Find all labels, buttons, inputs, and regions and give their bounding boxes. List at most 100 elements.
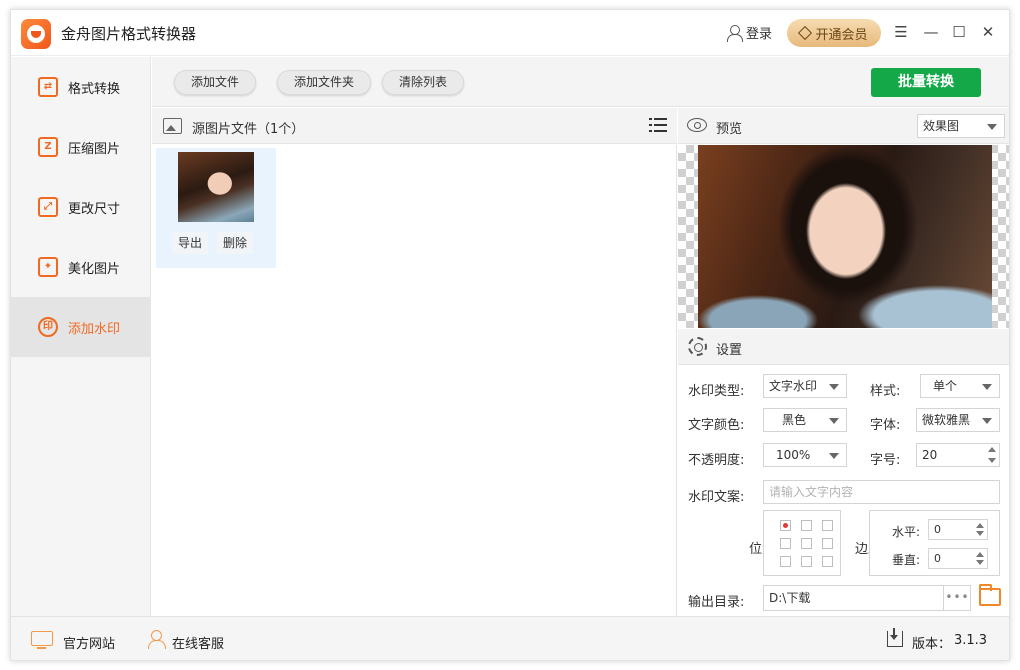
monitor-icon: [31, 631, 53, 649]
export-button[interactable]: 导出: [172, 232, 209, 254]
watermark-text-input[interactable]: 请输入文字内容: [763, 480, 1000, 504]
position-bottom-left[interactable]: [780, 556, 791, 567]
preview-canvas: [678, 145, 1009, 328]
preview-image: [698, 145, 992, 328]
font-size-value: 20: [922, 448, 938, 462]
vertical-margin-stepper[interactable]: 0: [928, 548, 988, 569]
delete-button[interactable]: 删除: [217, 232, 254, 254]
watermark-type-select[interactable]: 文字水印: [763, 374, 847, 398]
sidebar-item-label: 格式转换: [68, 81, 121, 97]
clear-list-button[interactable]: 清除列表: [382, 70, 465, 95]
source-files-title: 源图片文件（1个）: [192, 122, 305, 137]
watermark-type-label: 水印类型:: [688, 384, 745, 399]
login-button[interactable]: 登录: [727, 23, 772, 42]
opacity-select[interactable]: 100%: [763, 443, 847, 467]
settings-header: 设置: [678, 329, 1009, 365]
app-logo-icon: [21, 19, 51, 49]
file-thumbnail[interactable]: [178, 152, 254, 222]
horizontal-label: 水平:: [892, 525, 921, 539]
font-label: 字体:: [870, 418, 901, 433]
close-button[interactable]: ✕: [980, 24, 996, 40]
text-color-label: 文字颜色:: [688, 418, 745, 433]
version-label: 版本：: [912, 637, 952, 652]
sidebar-item-label: 美化图片: [68, 261, 121, 277]
horizontal-margin-stepper[interactable]: 0: [928, 519, 988, 540]
browse-dots-button[interactable]: •••: [943, 585, 971, 611]
app-window: 金舟图片格式转换器 登录 开通会员 ☰ — ☐ ✕ ⇄ 格式转换 Z 压缩图片 …: [10, 9, 1010, 661]
convert-icon: ⇄: [38, 77, 58, 97]
position-bottom-right[interactable]: [822, 556, 833, 567]
position-middle-right[interactable]: [822, 538, 833, 549]
compress-icon: Z: [38, 137, 58, 157]
source-files-header: 源图片文件（1个）: [152, 108, 677, 144]
batch-convert-button[interactable]: 批量转换: [871, 68, 981, 97]
sidebar: ⇄ 格式转换 Z 压缩图片 ⤢ 更改尺寸 ✦ 美化图片 印 添加水印: [11, 57, 151, 616]
spinner-arrows-icon[interactable]: [973, 549, 987, 568]
maximize-button[interactable]: ☐: [951, 24, 967, 40]
position-top-left[interactable]: [780, 520, 791, 531]
sidebar-item-label: 添加水印: [68, 321, 121, 337]
add-folder-button[interactable]: 添加文件夹: [277, 70, 372, 95]
sidebar-item-beautify[interactable]: ✦ 美化图片: [11, 237, 150, 297]
spinner-arrows-icon[interactable]: [985, 444, 999, 466]
style-label: 样式:: [870, 384, 901, 399]
position-bottom-center[interactable]: [801, 556, 812, 567]
watermark-text-label: 水印文案:: [688, 490, 745, 505]
toolbar: 添加文件 添加文件夹 清除列表 批量转换: [152, 57, 1009, 107]
file-card[interactable]: 导出 删除: [156, 148, 276, 268]
sidebar-item-resize[interactable]: ⤢ 更改尺寸: [11, 177, 150, 237]
sidebar-item-format-convert[interactable]: ⇄ 格式转换: [11, 57, 150, 117]
style-select[interactable]: 单个: [920, 374, 1000, 398]
position-top-center[interactable]: [801, 520, 812, 531]
font-size-stepper[interactable]: 20: [916, 443, 1000, 467]
list-view-icon[interactable]: [649, 117, 667, 134]
text-color-select[interactable]: 黑色: [763, 408, 847, 432]
add-file-button[interactable]: 添加文件: [174, 70, 257, 95]
customer-service-icon: [148, 630, 166, 649]
source-file-list: 导出 删除: [152, 145, 677, 616]
vip-label: 开通会员: [815, 27, 868, 43]
sidebar-item-label: 更改尺寸: [68, 201, 121, 217]
font-select[interactable]: 微软雅黑: [916, 408, 1000, 432]
spinner-arrows-icon[interactable]: [973, 520, 987, 539]
resize-icon: ⤢: [38, 197, 58, 217]
opacity-label: 不透明度:: [688, 453, 745, 468]
preview-header: 预览 效果图: [678, 108, 1009, 144]
position-top-right[interactable]: [822, 520, 833, 531]
app-title: 金舟图片格式转换器: [61, 25, 197, 43]
font-size-label: 字号:: [870, 453, 901, 468]
gear-icon: [688, 337, 707, 356]
online-service-link[interactable]: 在线客服: [172, 633, 224, 652]
sidebar-item-watermark[interactable]: 印 添加水印: [11, 297, 150, 357]
minimize-button[interactable]: —: [923, 24, 939, 40]
vertical-margin-value: 0: [934, 552, 941, 565]
menu-icon[interactable]: ☰: [893, 24, 909, 40]
user-icon: [727, 25, 743, 42]
beautify-icon: ✦: [38, 257, 58, 277]
preview-title: 预览: [716, 122, 743, 137]
position-middle-left[interactable]: [780, 538, 791, 549]
eye-icon: [687, 118, 707, 132]
download-icon[interactable]: [887, 628, 903, 647]
output-dir-label: 输出目录:: [688, 595, 745, 610]
image-icon: [163, 118, 182, 134]
output-dir-field[interactable]: D:\下载: [763, 585, 971, 611]
margin-box: 水平: 0 垂直: 0: [869, 510, 1000, 576]
title-bar: 金舟图片格式转换器 登录 开通会员 ☰ — ☐ ✕: [11, 10, 1009, 56]
sidebar-item-compress[interactable]: Z 压缩图片: [11, 117, 150, 177]
diamond-icon: [798, 25, 813, 41]
official-website-link[interactable]: 官方网站: [63, 633, 115, 652]
vertical-label: 垂直:: [892, 553, 921, 567]
position-center[interactable]: [801, 538, 812, 549]
footer: 官方网站 在线客服 版本： 3.1.3: [11, 616, 1009, 660]
position-grid: [763, 510, 841, 576]
sidebar-item-label: 压缩图片: [68, 141, 121, 157]
horizontal-margin-value: 0: [934, 523, 941, 536]
preview-mode-select[interactable]: 效果图: [917, 114, 1005, 138]
watermark-icon: 印: [38, 317, 58, 337]
settings-title: 设置: [716, 343, 743, 358]
folder-open-icon[interactable]: [979, 584, 1001, 606]
login-label: 登录: [746, 27, 773, 42]
vip-button[interactable]: 开通会员: [787, 19, 881, 47]
version-value: 3.1.3: [954, 633, 988, 648]
